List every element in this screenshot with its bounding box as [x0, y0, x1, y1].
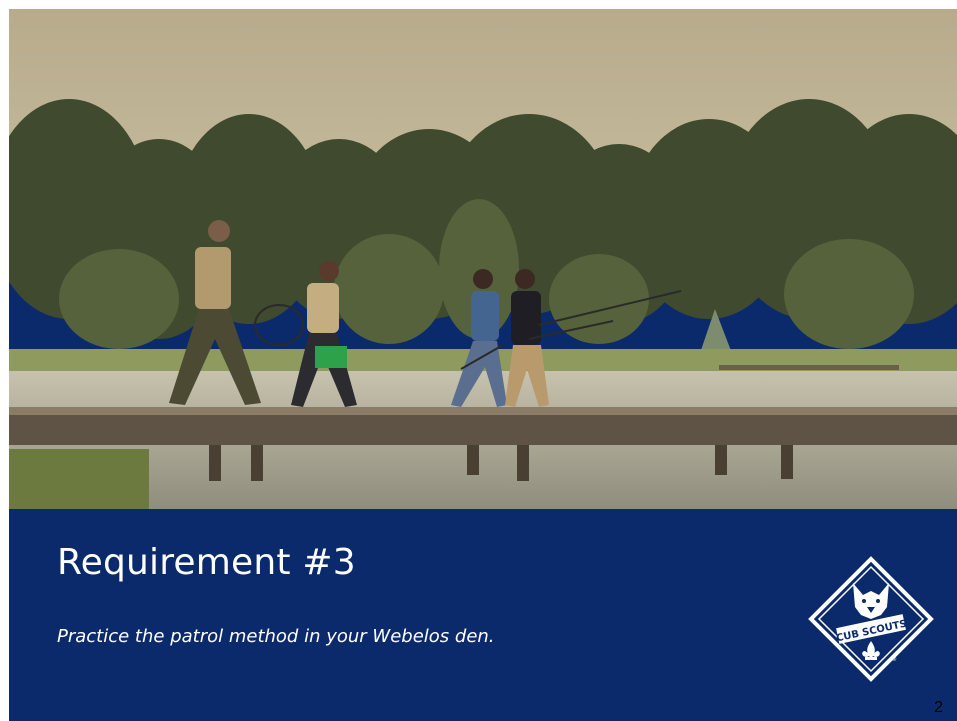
slide-title: Requirement #3	[57, 542, 356, 583]
svg-text:®: ®	[891, 656, 897, 663]
page-number: 2	[934, 699, 943, 716]
cub-scouts-logo-icon: CUB SCOUTS ®	[807, 555, 935, 683]
slide: Requirement #3 Practice the patrol metho…	[9, 9, 957, 721]
slide-subtitle: Practice the patrol method in your Webel…	[57, 626, 495, 647]
pier-photo	[9, 9, 957, 509]
